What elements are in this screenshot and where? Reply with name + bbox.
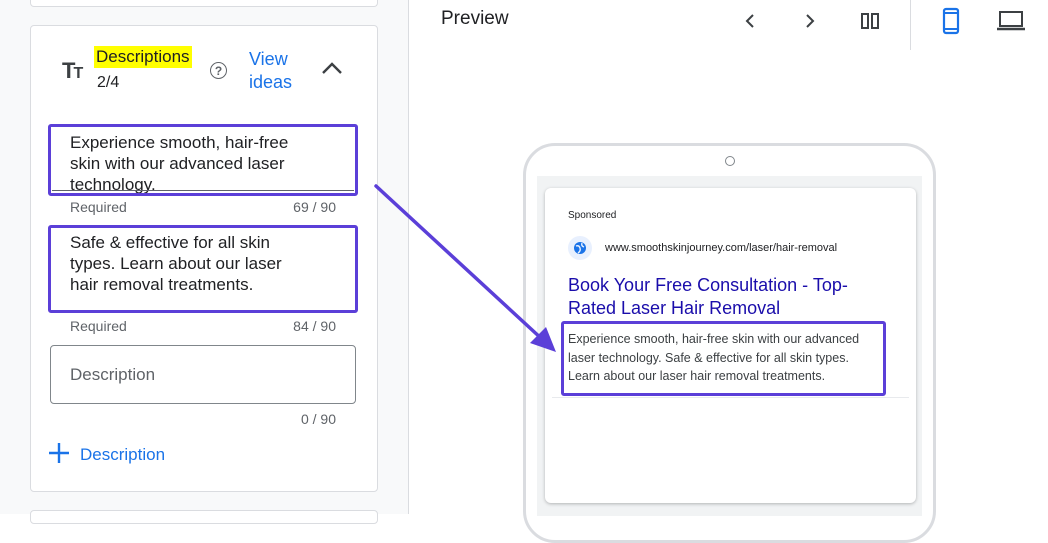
plus-icon: [48, 442, 70, 468]
help-circle-icon[interactable]: ?: [210, 62, 227, 79]
description-field-2-counter: 84 / 90: [293, 318, 336, 334]
ad-separator: [552, 397, 909, 398]
annotation-box: [48, 225, 358, 313]
description-field-1-counter: 69 / 90: [293, 199, 336, 215]
description-field-2-helper: Required: [70, 318, 127, 334]
ad-display-url: www.smoothskinjourney.com/laser/hair-rem…: [605, 242, 838, 254]
previous-section-card: [30, 0, 378, 7]
add-description-button[interactable]: Description: [48, 442, 165, 468]
preview-title: Preview: [441, 8, 509, 29]
chevron-up-icon[interactable]: [320, 56, 344, 80]
globe-icon: [568, 236, 592, 260]
columns-icon[interactable]: [857, 8, 883, 34]
annotation-box: [561, 321, 886, 396]
description-field-3-input[interactable]: [51, 346, 350, 403]
panel-divider: [408, 0, 409, 514]
description-field-3[interactable]: [50, 345, 356, 404]
laptop-icon[interactable]: [996, 8, 1026, 34]
description-count: 2/4: [97, 74, 120, 91]
section-title: Descriptions: [94, 46, 192, 68]
view-ideas-link[interactable]: View ideas: [249, 48, 319, 94]
chevron-right-icon[interactable]: [797, 8, 823, 34]
smartphone-icon[interactable]: [938, 7, 964, 35]
chevron-left-icon[interactable]: [737, 8, 763, 34]
toolbar-divider: [910, 0, 911, 50]
description-field-1-helper: Required: [70, 199, 127, 215]
add-description-label: Description: [80, 445, 166, 464]
annotation-box: [48, 124, 358, 196]
text-size-icon: TT: [62, 58, 83, 83]
sponsored-label: Sponsored: [568, 210, 617, 221]
phone-camera: [725, 156, 735, 166]
description-field-3-counter: 0 / 90: [300, 411, 336, 427]
next-section-card: [30, 510, 378, 524]
ad-headline[interactable]: Book Your Free Consultation - Top-Rated …: [568, 274, 888, 320]
